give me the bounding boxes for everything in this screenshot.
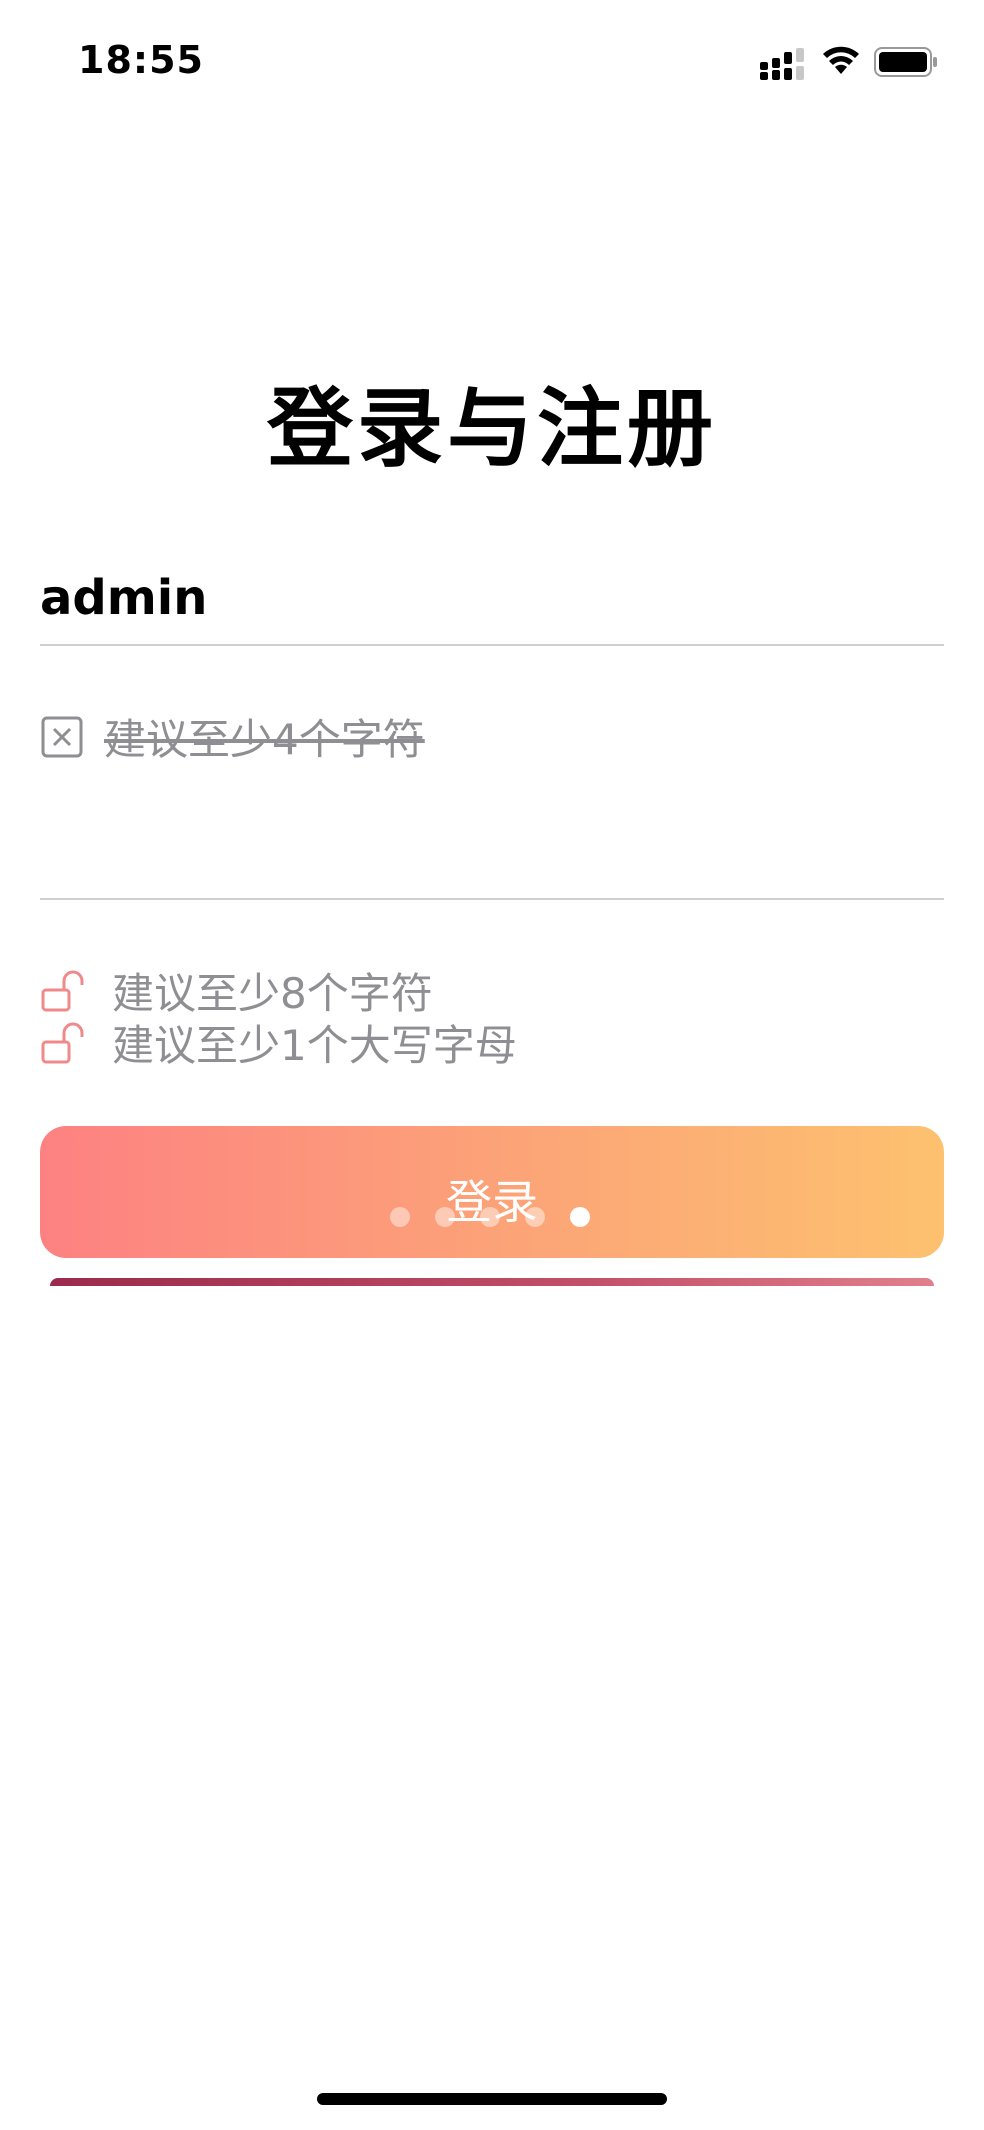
- page-dot: [525, 1207, 545, 1227]
- page-indicator: [390, 1207, 615, 1227]
- unlock-icon: [41, 1022, 84, 1063]
- secondary-button-edge: [50, 1278, 934, 1286]
- page-dot: [390, 1207, 410, 1227]
- unlock-icon: [41, 970, 84, 1011]
- username-input[interactable]: [40, 552, 944, 646]
- password-input[interactable]: [40, 806, 944, 900]
- close-square-icon: [41, 716, 83, 757]
- password-rule-uppercase-text: 建议至少1个大写字母: [112, 1021, 517, 1070]
- battery-icon: [874, 47, 937, 77]
- wifi-icon: [823, 46, 859, 74]
- home-indicator: [317, 2093, 667, 2105]
- username-rule: 建议至少4个字符: [40, 706, 425, 767]
- status-bar: 18:55: [0, 0, 984, 130]
- password-rule-uppercase: 建议至少1个大写字母: [40, 1012, 517, 1073]
- page-dot: [435, 1207, 455, 1227]
- page-dot-active: [570, 1207, 590, 1227]
- login-button[interactable]: 登录: [40, 1126, 944, 1258]
- signal-icon: [760, 48, 804, 80]
- page-title: 登录与注册: [267, 379, 717, 479]
- username-rule-text: 建议至少4个字符: [104, 715, 425, 764]
- status-time: 18:55: [78, 38, 204, 82]
- page-dot: [480, 1207, 500, 1227]
